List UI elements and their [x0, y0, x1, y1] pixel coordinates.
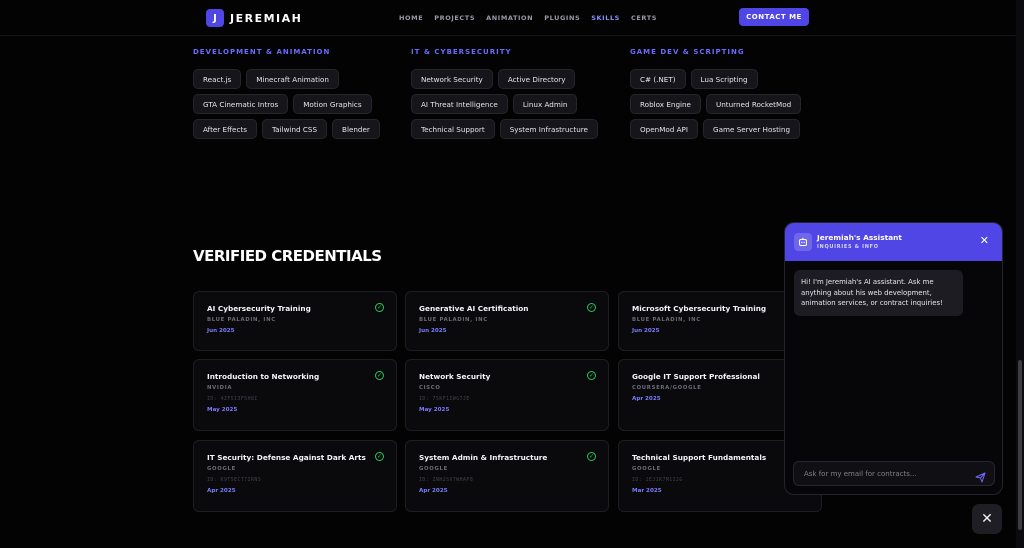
credential-card[interactable]: AI Cybersecurity Training BLUE PALADIN, …: [193, 291, 397, 351]
scrollbar-thumb[interactable]: [1018, 360, 1022, 530]
credentials-title: VERIFIED CREDENTIALS: [193, 247, 382, 265]
chat-input-placeholder: Ask for my email for contracts...: [804, 470, 917, 478]
credential-date: Apr 2025: [207, 488, 236, 494]
verified-check-icon: ✓: [375, 452, 384, 461]
credential-issuer: GOOGLE: [207, 466, 236, 472]
verified-check-icon: ✓: [375, 371, 384, 380]
credential-title: Google IT Support Professional: [632, 372, 760, 381]
skill-chip: Network Security: [411, 69, 493, 89]
brand-logo[interactable]: J JEREMIAH: [206, 9, 302, 27]
credential-id: ID: ZNH2SV7WHAP8: [419, 478, 474, 483]
credential-title: Introduction to Networking: [207, 372, 320, 381]
credential-id: ID: 75KF1IWG7JE: [419, 397, 470, 402]
skill-chip: Tailwind CSS: [261, 119, 328, 139]
chat-subtitle: INQUIRIES & INFO: [817, 244, 879, 250]
assistant-message: Hi! I'm Jeremiah's AI assistant. Ask me …: [794, 270, 963, 316]
verified-check-icon: ✓: [375, 303, 384, 312]
credential-card[interactable]: Network Security CISCO ID: 75KF1IWG7JE M…: [405, 359, 609, 431]
bot-icon: [794, 233, 812, 251]
credential-title: Microsoft Cybersecurity Training: [632, 304, 767, 313]
skill-chip: Motion Graphics: [293, 94, 372, 114]
skill-chip: React.js: [193, 69, 242, 89]
credential-issuer: NVIDIA: [207, 385, 233, 391]
skill-chip: Game Server Hosting: [703, 119, 801, 139]
page-scrollbar[interactable]: [1016, 0, 1024, 548]
credential-issuer: GOOGLE: [632, 466, 661, 472]
skill-chip: C# (.NET): [630, 69, 686, 89]
credential-issuer: CISCO: [419, 385, 441, 391]
send-icon[interactable]: [975, 468, 986, 487]
brand-name: JEREMIAH: [230, 11, 303, 25]
skill-chip: GTA Cinematic Intros: [193, 94, 289, 114]
skills-column-it: IT & CYBERSECURITY Network Security Acti…: [411, 48, 601, 139]
credential-date: Jun 2025: [632, 328, 660, 334]
credential-card[interactable]: System Admin & Infrastructure GOOGLE ID:…: [405, 440, 609, 512]
chat-header: Jeremiah's Assistant INQUIRIES & INFO ✕: [785, 223, 1002, 261]
verified-check-icon: ✓: [587, 452, 596, 461]
skill-chips: C# (.NET) Lua Scripting Roblox Engine Un…: [630, 69, 830, 139]
brand-mark: J: [206, 9, 224, 27]
credential-date: Mar 2025: [632, 488, 662, 494]
skill-chip: Blender: [332, 119, 380, 139]
credential-date: May 2025: [207, 407, 238, 413]
nav-link-home[interactable]: HOME: [399, 14, 423, 22]
skills-heading: DEVELOPMENT & ANIMATION: [193, 48, 331, 56]
skill-chip: Minecraft Animation: [246, 69, 339, 89]
skill-chips: React.js Minecraft Animation GTA Cinemat…: [193, 69, 383, 139]
credential-issuer: COURSERA/GOOGLE: [632, 385, 702, 391]
credential-id: ID: K9T5ECT7IRNS: [207, 478, 262, 483]
credential-title: Technical Support Fundamentals: [632, 453, 767, 462]
skill-chip: Linux Admin: [512, 94, 578, 114]
credential-date: Jun 2025: [419, 328, 447, 334]
credential-date: Apr 2025: [419, 488, 448, 494]
skills-heading: GAME DEV & SCRIPTING: [630, 48, 745, 56]
chat-toggle-button[interactable]: ✕: [972, 504, 1002, 534]
skills-heading: IT & CYBERSECURITY: [411, 48, 512, 56]
nav-link-plugins[interactable]: PLUGINS: [544, 14, 580, 22]
nav-link-animation[interactable]: ANIMATION: [486, 14, 533, 22]
skill-chip: AI Threat Intelligence: [411, 94, 508, 114]
credential-card[interactable]: Introduction to Networking NVIDIA ID: 4Z…: [193, 359, 397, 431]
skill-chips: Network Security Active Directory AI Thr…: [411, 69, 601, 139]
contact-me-button[interactable]: CONTACT ME: [739, 8, 809, 26]
nav-link-skills[interactable]: SKILLS: [591, 14, 620, 22]
skill-chip: Lua Scripting: [690, 69, 758, 89]
verified-check-icon: ✓: [587, 371, 596, 380]
credential-title: Network Security: [419, 372, 491, 381]
nav-link-projects[interactable]: PROJECTS: [434, 14, 475, 22]
credential-id: ID: 1EJ1K7M1I2G: [632, 478, 683, 483]
verified-check-icon: ✓: [587, 303, 596, 312]
credential-issuer: BLUE PALADIN, INC: [419, 317, 488, 323]
top-nav: J JEREMIAH HOME PROJECTS ANIMATION PLUGI…: [0, 0, 1024, 36]
credential-card[interactable]: Generative AI Certification BLUE PALADIN…: [405, 291, 609, 351]
credential-title: IT Security: Defense Against Dark Arts: [207, 453, 366, 462]
skill-chip: Active Directory: [497, 69, 576, 89]
credential-card[interactable]: IT Security: Defense Against Dark Arts G…: [193, 440, 397, 512]
skill-chip: System Infrastructure: [499, 119, 598, 139]
skill-chip: After Effects: [193, 119, 257, 139]
skills-column-development: DEVELOPMENT & ANIMATION React.js Minecra…: [193, 48, 383, 139]
chat-input[interactable]: Ask for my email for contracts...: [793, 461, 995, 486]
credential-issuer: BLUE PALADIN, INC: [207, 317, 276, 323]
credential-title: AI Cybersecurity Training: [207, 304, 311, 313]
credential-issuer: GOOGLE: [419, 466, 448, 472]
nav-link-certs[interactable]: CERTS: [631, 14, 657, 22]
skill-chip: OpenMod API: [630, 119, 699, 139]
credential-date: Jun 2025: [207, 328, 235, 334]
credential-date: Apr 2025: [632, 396, 661, 402]
chat-widget: Jeremiah's Assistant INQUIRIES & INFO ✕ …: [784, 222, 1003, 495]
close-icon[interactable]: ✕: [980, 235, 989, 246]
skill-chip: Technical Support: [411, 119, 495, 139]
credential-title: System Admin & Infrastructure: [419, 453, 548, 462]
skill-chip: Unturned RocketMod: [705, 94, 802, 114]
credential-date: May 2025: [419, 407, 450, 413]
skills-column-gamedev: GAME DEV & SCRIPTING C# (.NET) Lua Scrip…: [630, 48, 830, 139]
chat-title: Jeremiah's Assistant: [817, 233, 902, 242]
credential-id: ID: 4ZF5I3F5H8I: [207, 397, 258, 402]
skill-chip: Roblox Engine: [630, 94, 701, 114]
credential-issuer: BLUE PALADIN, INC: [632, 317, 701, 323]
nav-links: HOME PROJECTS ANIMATION PLUGINS SKILLS C…: [399, 14, 668, 22]
credential-title: Generative AI Certification: [419, 304, 529, 313]
